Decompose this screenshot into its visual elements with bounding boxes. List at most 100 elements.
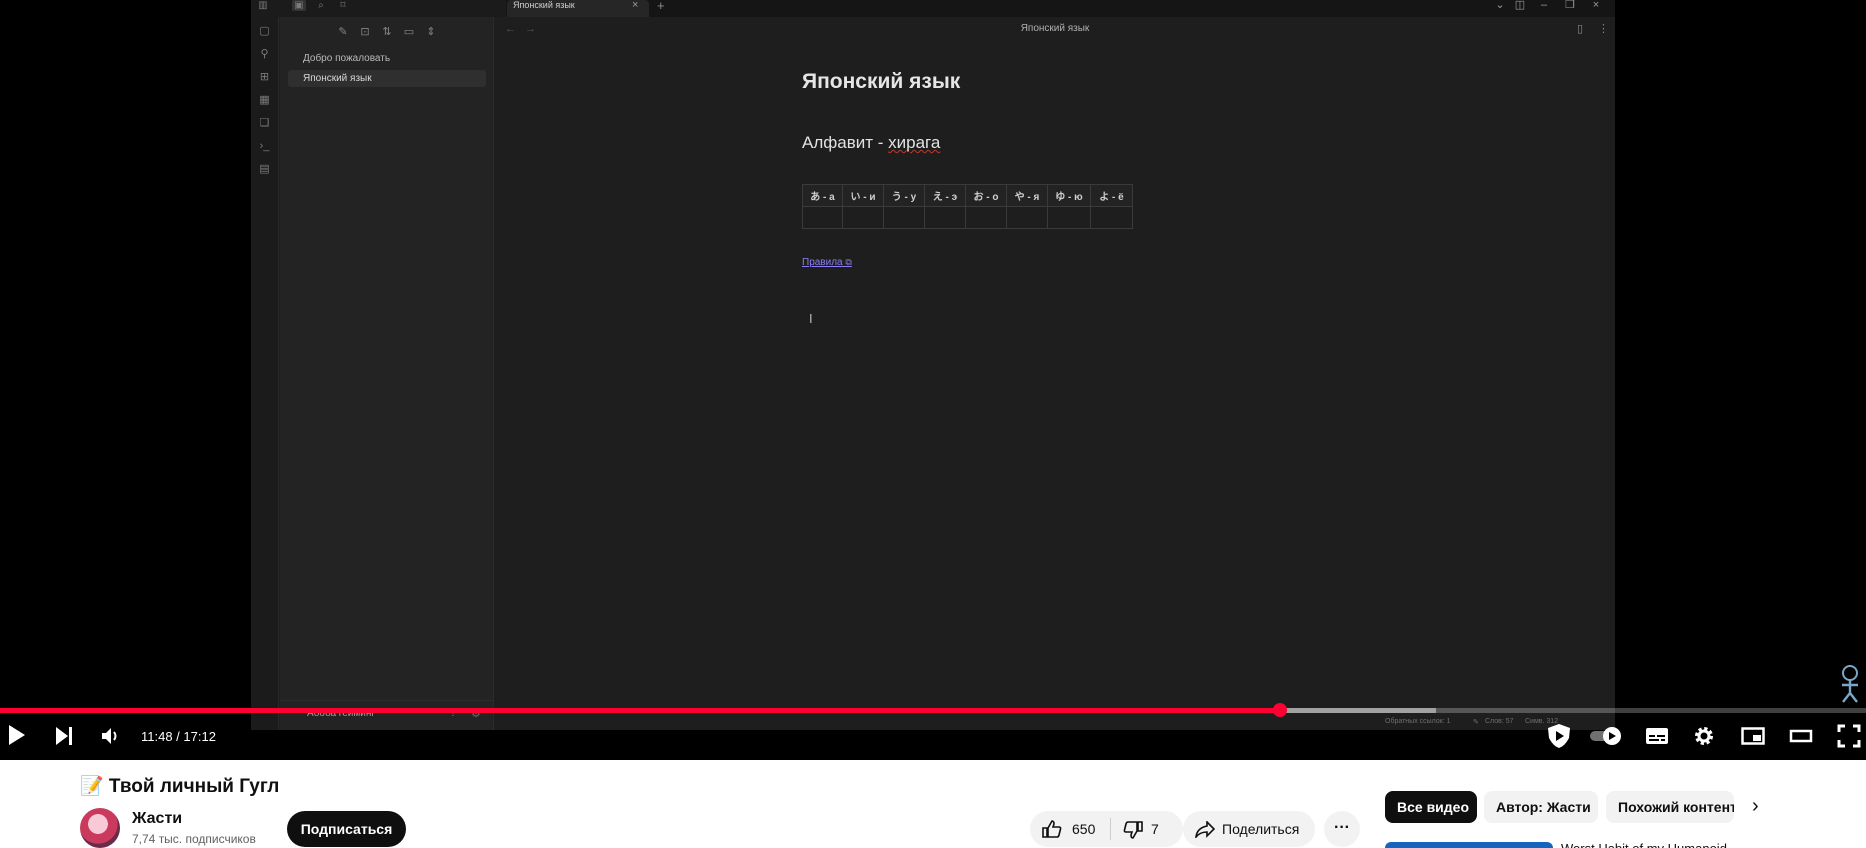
volume-button[interactable] (100, 725, 120, 747)
rules-link-text[interactable]: Правила (802, 257, 843, 268)
recommendation-title[interactable]: Worst Habit of my Humanoid (1561, 840, 1727, 848)
status-edit-icon: ✎ (1473, 719, 1479, 726)
theater-mode-button[interactable] (1789, 726, 1813, 748)
miniplayer-button[interactable] (1741, 726, 1765, 748)
file-explorer: ✎ ⊡ ⇅ ▭ ⇕ Добро пожаловать Японский язык… (280, 17, 494, 730)
layout-icon[interactable]: ◫ (1513, 0, 1527, 11)
new-note-icon[interactable]: ✎ (336, 25, 350, 39)
subscriber-count: 7,74 тыс. подписчиков (132, 832, 256, 846)
video-player[interactable]: ▥ ▣ ⌕ ⌑ Японский язык × + ⌄ ◫ – ❐ × ▢ ⚲ … (0, 0, 1866, 760)
like-button[interactable]: 650 (1030, 811, 1110, 847)
time-display: 11:48 / 17:12 (141, 729, 216, 744)
share-button[interactable]: Поделиться (1183, 811, 1315, 847)
fullscreen-button[interactable] (1837, 724, 1861, 748)
status-backlinks: Обратных ссылок: 1 (1385, 718, 1451, 725)
share-icon (1195, 821, 1215, 838)
chip-related[interactable]: Похожий контент (1606, 791, 1734, 823)
quick-switcher-icon[interactable]: ▢ (258, 25, 271, 38)
kana-table: あ - аい - иう - уえ - эお - оや - яゆ - юよ - ё (802, 184, 1133, 229)
tab-label: Японский язык (513, 0, 575, 10)
vault-switcher[interactable]: ⌃ Абоба гейминг ? ⚙ (280, 700, 494, 730)
kana-empty-row (802, 206, 1133, 229)
file-item-welcome[interactable]: Добро пожаловать (288, 50, 486, 67)
video-frame: ▥ ▣ ⌕ ⌑ Японский язык × + ⌄ ◫ – ❐ × ▢ ⚲ … (251, 0, 1615, 730)
auto-reveal-icon[interactable]: ▭ (402, 25, 416, 39)
collapse-all-icon[interactable]: ⇕ (424, 25, 438, 39)
chevron-right-icon[interactable]: › (1752, 795, 1759, 818)
rules-link[interactable]: Правила ⧉ (802, 257, 852, 268)
sort-icon[interactable]: ⇅ (380, 25, 394, 39)
kana-header-cell: あ - а (802, 184, 843, 207)
note-heading-1: Японский язык (802, 70, 961, 93)
chip-all-videos[interactable]: Все видео (1385, 791, 1477, 823)
kana-header-cell: う - у (883, 184, 925, 207)
ribbon: ▢ ⚲ ⊞ ▦ ❏ ›_ ▤ (251, 17, 279, 730)
new-tab-icon[interactable]: + (657, 0, 665, 12)
app-titlebar: ▥ ▣ ⌕ ⌑ Японский язык × + ⌄ ◫ – ❐ × (251, 0, 1615, 17)
play-button[interactable] (9, 725, 25, 747)
subscribe-button[interactable]: Подписаться (287, 811, 406, 847)
kana-empty-cell[interactable] (1090, 206, 1133, 229)
search-tab-icon[interactable]: ⌕ (314, 0, 328, 11)
dislike-icon (1123, 821, 1143, 839)
subtitles-icon (1646, 728, 1668, 744)
more-actions-button[interactable]: ··· (1324, 811, 1360, 847)
minimize-icon[interactable]: – (1537, 0, 1551, 11)
canvas-icon[interactable]: ⊞ (258, 71, 271, 84)
kana-empty-cell[interactable] (1006, 206, 1048, 229)
fullscreen-icon (1837, 724, 1861, 748)
channel-watermark-icon (1842, 665, 1858, 703)
tab-list-icon[interactable]: ⌄ (1493, 0, 1507, 11)
close-window-icon[interactable]: × (1589, 0, 1603, 11)
command-palette-icon[interactable]: ›_ (258, 140, 271, 153)
kana-empty-cell[interactable] (842, 206, 884, 229)
kana-empty-cell[interactable] (1047, 206, 1091, 229)
tab-close-icon[interactable]: × (632, 0, 638, 11)
templates-icon[interactable]: ❏ (258, 117, 271, 130)
more-options-icon[interactable]: ⋮ (1598, 22, 1609, 35)
table-icon[interactable]: ▤ (258, 163, 271, 176)
kana-empty-cell[interactable] (965, 206, 1007, 229)
like-count: 650 (1072, 821, 1096, 837)
autoplay-toggle[interactable] (1590, 726, 1624, 748)
kana-header-cell: ゆ - ю (1047, 184, 1091, 207)
files-tab-icon[interactable]: ▣ (292, 0, 306, 11)
dislike-button[interactable]: 7 (1111, 811, 1183, 847)
bookmark-tab-icon[interactable]: ⌑ (336, 0, 350, 11)
channel-name[interactable]: Жасти (132, 810, 182, 828)
chip-author[interactable]: Автор: Жасти (1484, 791, 1598, 823)
note-heading-2: Алфавит - хирага (802, 133, 940, 153)
gear-icon (1695, 727, 1713, 745)
reading-view-icon[interactable]: ▯ (1577, 22, 1583, 35)
share-label: Поделиться (1222, 821, 1300, 837)
settings-button[interactable] (1693, 725, 1715, 747)
kana-header-cell: よ - ё (1090, 184, 1133, 207)
status-bar: Обратных ссылок: 1 ✎ Слов: 57 Симв. 312 (1385, 712, 1615, 730)
new-folder-icon[interactable]: ⊡ (358, 25, 372, 39)
editor-pane: ← → Японский язык ▯ ⋮ Японский язык Алфа… (495, 17, 1615, 730)
volume-icon (102, 728, 117, 744)
graph-view-icon[interactable]: ⚲ (258, 48, 271, 61)
progress-played (0, 708, 1281, 713)
autoplay-shield-icon[interactable] (1545, 723, 1573, 748)
sidebar-toggle-icon[interactable]: ▥ (256, 0, 270, 11)
restore-icon[interactable]: ❐ (1563, 0, 1577, 11)
next-button[interactable] (54, 725, 74, 747)
theater-icon (1789, 729, 1813, 743)
kana-empty-cell[interactable] (924, 206, 966, 229)
kana-empty-cell[interactable] (883, 206, 925, 229)
daily-note-icon[interactable]: ▦ (258, 94, 271, 107)
status-words: Слов: 57 (1485, 718, 1514, 725)
text-cursor-icon: I (809, 311, 813, 326)
kana-header-cell: や - я (1006, 184, 1048, 207)
kana-header-cell: い - и (842, 184, 884, 207)
note-view-title: Японский язык (1020, 23, 1090, 34)
file-item-japanese[interactable]: Японский язык (288, 70, 486, 87)
recommendation-thumbnail[interactable] (1385, 842, 1553, 848)
channel-avatar[interactable] (80, 808, 120, 848)
kana-empty-cell[interactable] (802, 206, 843, 229)
titlebar-left (251, 0, 506, 17)
subtitles-button[interactable] (1645, 726, 1669, 748)
miniplayer-icon (1741, 727, 1765, 745)
external-link-icon: ⧉ (845, 257, 852, 267)
